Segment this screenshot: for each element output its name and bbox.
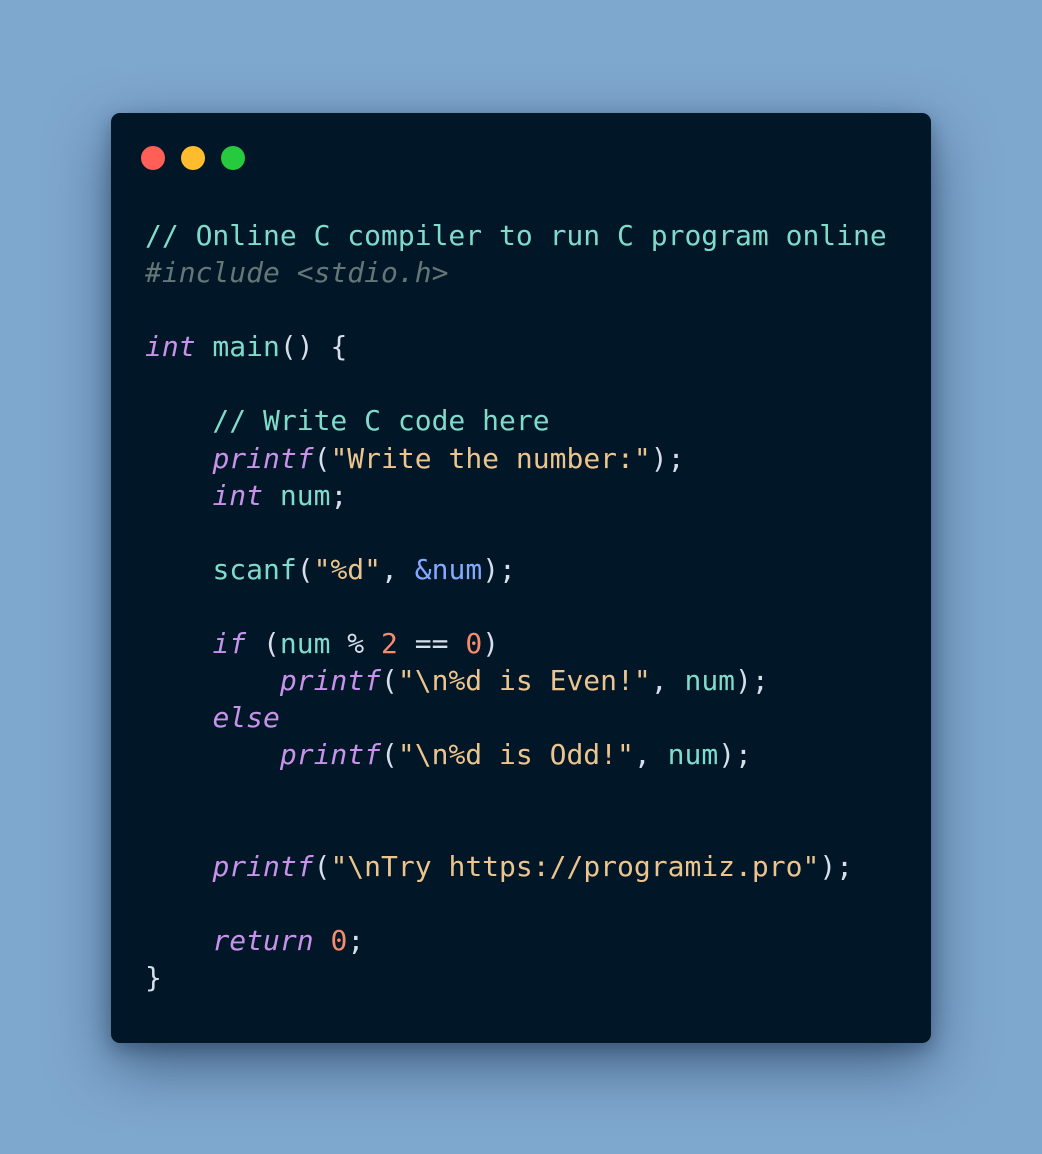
code-token-punct — [145, 701, 212, 734]
code-token-punct: ( — [381, 664, 398, 698]
code-token-punct: ; — [347, 923, 365, 957]
code-token-keyword: if — [212, 627, 247, 661]
code-token-punct — [145, 627, 212, 660]
code-token-punct — [145, 924, 212, 957]
code-token-ident: scanf — [212, 552, 297, 586]
code-token-punct — [145, 479, 212, 512]
code-line: scanf("%d", &num); — [145, 551, 887, 588]
code-token-func: printf — [279, 738, 382, 772]
code-line: printf("\n%d is Even!", num); — [145, 662, 887, 699]
code-token-keyword: int — [145, 330, 196, 364]
code-token-ref: &num — [414, 552, 483, 586]
code-token-punct — [314, 924, 331, 957]
code-token-number: 0 — [465, 627, 483, 661]
code-token-punct — [145, 850, 212, 883]
code-token-punct: ( — [313, 441, 331, 475]
code-line: // Online C compiler to run C program on… — [145, 217, 887, 254]
code-token-punct — [145, 553, 212, 586]
code-token-punct: ) — [482, 627, 500, 661]
code-line: if (num % 2 == 0) — [145, 625, 887, 662]
code-token-punct: ( — [246, 627, 280, 661]
code-token-punct: ; — [330, 478, 348, 512]
code-line: printf("\nTry https://programiz.pro"); — [145, 848, 887, 885]
code-token-ident: num — [279, 627, 331, 661]
code-token-ident: num — [667, 738, 719, 772]
code-token-keyword: else — [212, 701, 280, 735]
code-token-punct: } — [145, 960, 162, 994]
code-token-punct — [145, 738, 280, 771]
code-token-punct: % — [330, 627, 382, 661]
code-token-punct: () { — [279, 330, 348, 364]
code-line: // Write C code here — [145, 402, 887, 439]
code-line: } — [145, 959, 887, 996]
code-token-func: printf — [279, 664, 382, 698]
code-token-punct: ); — [482, 552, 516, 586]
code-token-punct: , — [381, 552, 415, 586]
code-token-string: "\nTry https://programiz.pro" — [330, 849, 820, 883]
code-token-ident: main — [195, 330, 280, 364]
code-token-number: 2 — [381, 627, 398, 661]
code-token-punct: ); — [650, 441, 685, 475]
code-token-string: "\n%d is Even!" — [397, 664, 651, 698]
code-line: printf("\n%d is Odd!", num); — [145, 736, 887, 773]
code-token-keyword: return — [212, 923, 314, 957]
code-area: // Online C compiler to run C program on… — [145, 217, 887, 996]
maximize-dot-icon[interactable] — [221, 146, 245, 170]
code-line: #include <stdio.h> — [145, 254, 887, 291]
minimize-dot-icon[interactable] — [181, 146, 205, 170]
code-line: int num; — [145, 477, 887, 514]
code-line: int main() { — [145, 328, 887, 365]
code-line: else — [145, 699, 887, 736]
code-token-comment: // Write C code here — [145, 404, 550, 438]
code-token-punct: == — [397, 627, 466, 661]
code-token-punct: , — [633, 738, 668, 772]
code-token-punct: ); — [718, 738, 752, 772]
code-token-keyword: int — [212, 478, 264, 512]
code-window: // Online C compiler to run C program on… — [111, 113, 931, 1043]
code-token-punct: ( — [313, 849, 331, 883]
code-token-punct — [145, 664, 280, 697]
code-token-string: "\n%d is Odd!" — [397, 738, 634, 772]
code-token-ident: num — [263, 478, 331, 512]
code-token-string: "Write the number:" — [330, 441, 651, 475]
code-token-punct: ( — [296, 552, 314, 586]
code-token-punct: ( — [381, 738, 398, 772]
code-token-punct: , — [650, 664, 685, 698]
code-token-punct — [145, 442, 212, 475]
code-token-func: printf — [212, 441, 314, 475]
code-token-preproc: #include <stdio.h> — [145, 256, 449, 290]
code-line: printf("Write the number:"); — [145, 440, 887, 477]
code-token-number: 0 — [330, 923, 348, 957]
code-token-punct: ); — [819, 849, 854, 883]
code-token-punct: ); — [735, 664, 769, 698]
close-dot-icon[interactable] — [141, 146, 165, 170]
code-token-func: printf — [212, 849, 314, 883]
code-token-string: "%d" — [313, 552, 382, 586]
code-token-ident: num — [684, 664, 736, 698]
code-line: return 0; — [145, 922, 887, 959]
code-token-comment: // Online C compiler to run C program on… — [145, 219, 887, 252]
